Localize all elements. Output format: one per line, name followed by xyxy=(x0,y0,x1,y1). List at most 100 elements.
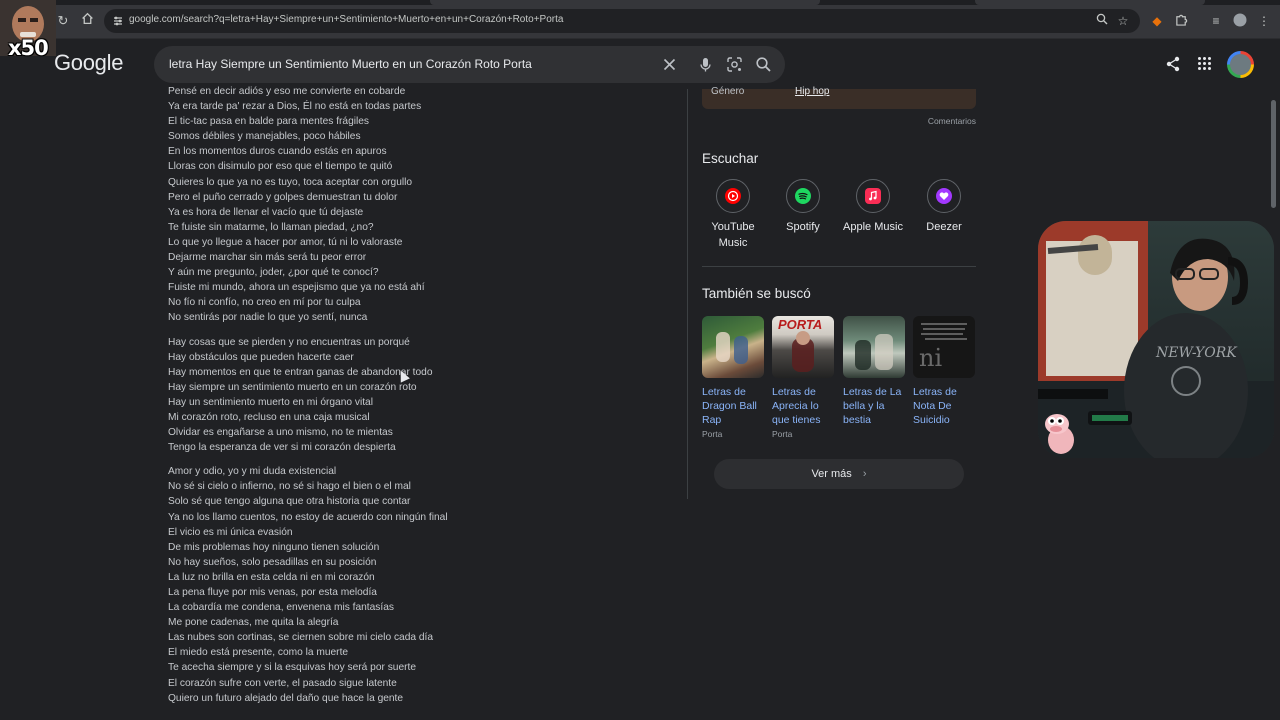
column-divider xyxy=(687,89,688,499)
service-youtube-music[interactable]: YouTube Music xyxy=(702,179,764,251)
microphone-icon[interactable] xyxy=(697,56,714,73)
site-info-icon[interactable] xyxy=(112,14,124,26)
home-icon[interactable] xyxy=(78,12,96,30)
search-icon[interactable] xyxy=(755,56,772,73)
lyric-line: Dejarme marchar sin más será tu peor err… xyxy=(168,252,367,264)
lyric-line: Fuiste mi mundo, ahora un espejismo que … xyxy=(168,282,425,294)
account-avatar[interactable] xyxy=(1227,51,1254,78)
lyrics-stanza: Amor y odio, yo y mi duda existencial No… xyxy=(168,464,668,706)
lyric-line: Me pone cadenas, me quita la alegría xyxy=(168,617,339,629)
lyric-line: Hay un sentimiento muerto en mi órgano v… xyxy=(168,396,373,408)
card-title: Letras de La bella y la bestia xyxy=(843,386,902,426)
service-apple-music[interactable]: Apple Music xyxy=(842,179,904,235)
browser-toolbar: ↻ google.com/search?q=letra+Hay+Siempre+… xyxy=(0,5,1280,39)
related-card[interactable]: Letras de La bella y la bestia xyxy=(843,316,905,427)
genre-key: Género xyxy=(711,86,745,97)
lyric-line: Y aún me pregunto, joder, ¿por qué te co… xyxy=(168,267,379,279)
apps-grid-icon[interactable] xyxy=(1197,56,1215,74)
page-scrollbar[interactable] xyxy=(1271,100,1276,208)
search-box[interactable]: letra Hay Siempre un Sentimiento Muerto … xyxy=(154,46,785,83)
card-subtitle: Porta xyxy=(702,429,723,439)
spotify-icon xyxy=(795,188,811,204)
lyric-line: No sé si cielo o infierno, no sé si hago… xyxy=(168,481,411,493)
search-input[interactable]: letra Hay Siempre un Sentimiento Muerto … xyxy=(169,57,532,71)
extension-icon[interactable]: ◆ xyxy=(1149,13,1165,29)
lyric-line: Ya era tarde pa' rezar a Dios, Él no est… xyxy=(168,101,422,113)
lyric-line: Tengo la esperanza de ver si mi corazón … xyxy=(168,442,396,454)
google-logo[interactable]: Google xyxy=(54,50,123,76)
lyric-line: Lloras con disimulo por eso que el tiemp… xyxy=(168,161,393,173)
card-subtitle: Porta xyxy=(772,429,793,439)
media-controls-icon[interactable]: ≡ xyxy=(1208,13,1224,29)
service-label: Apple Music xyxy=(843,221,903,233)
genre-link[interactable]: Hip hop xyxy=(795,86,829,97)
lyric-line: El corazón sufre con verte, el pasado si… xyxy=(168,677,397,689)
lyric-line: De mis problemas hoy ninguno tienen solu… xyxy=(168,541,380,553)
lyric-line: Hay siempre un sentimiento muerto en un … xyxy=(168,381,417,393)
lyric-line: El tic-tac pasa en balde para mentes frá… xyxy=(168,116,370,128)
clear-icon[interactable] xyxy=(661,56,678,73)
lyric-line: Ya no los llamo cuentos, no estoy de acu… xyxy=(168,511,448,523)
lyric-line: No sentirás por nadie lo que yo sentí, n… xyxy=(168,312,368,324)
pet-sticker xyxy=(1041,410,1081,456)
chevron-right-icon: › xyxy=(862,468,867,480)
service-label: YouTube xyxy=(711,221,755,233)
lyric-line: No hay sueños, solo pesadillas en su pos… xyxy=(168,556,377,568)
apple-music-icon xyxy=(865,188,881,204)
multiplier-badge: x50 xyxy=(8,36,49,60)
lyric-line: Pensé en decir adiós y eso me convierte … xyxy=(168,86,406,97)
card-title: Letras de Nota De Suicidio xyxy=(913,386,957,426)
lyric-line: Somos débiles y manejables, poco hábiles xyxy=(168,131,361,143)
lyric-line: Quiero un futuro alejado del daño que ha… xyxy=(168,692,404,704)
lyric-line: Las nubes son cortinas, se ciernen sobre… xyxy=(168,632,434,644)
lyric-line: Hay momentos en que te entran ganas de a… xyxy=(168,366,433,378)
reaction-sticker: x50 xyxy=(0,0,56,60)
share-icon[interactable] xyxy=(1165,56,1183,74)
listen-heading: Escuchar xyxy=(702,151,759,166)
card-thumbnail xyxy=(702,316,764,378)
lyric-line: Olvidar es engañarse a uno mismo, no te … xyxy=(168,427,393,439)
service-label: Deezer xyxy=(926,221,962,233)
related-card[interactable]: ni no Letras de Nota De Suicidio xyxy=(913,316,975,427)
deezer-icon xyxy=(936,188,952,204)
lyric-line: La cobardía me condena, envenena mis fan… xyxy=(168,602,394,614)
browser-menu-icon[interactable]: ⋮ xyxy=(1256,13,1272,29)
profile-icon[interactable] xyxy=(1232,13,1248,29)
zoom-icon[interactable] xyxy=(1094,13,1110,29)
google-header: Google letra Hay Siempre un Sentimiento … xyxy=(0,39,1280,89)
lyrics-block: Pensé en decir adiós y eso me convierte … xyxy=(168,84,668,720)
also-searched-heading: También se buscó xyxy=(702,286,811,301)
lyric-line: Amor y odio, yo y mi duda existencial xyxy=(168,466,337,478)
reload-icon[interactable]: ↻ xyxy=(54,12,72,30)
related-card[interactable]: Letras de Dragon Ball Rap Porta xyxy=(702,316,764,439)
lyric-line: Solo sé que tengo alguna que otra histor… xyxy=(168,496,411,508)
address-bar[interactable]: google.com/search?q=letra+Hay+Siempre+un… xyxy=(104,9,1140,33)
related-card[interactable]: PORTA Letras de Aprecia lo que tienes Po… xyxy=(772,316,834,439)
service-spotify[interactable]: Spotify xyxy=(772,179,834,235)
comments-link[interactable]: Comentarios xyxy=(928,116,976,126)
see-more-button[interactable]: Ver más › xyxy=(714,459,964,489)
lens-icon[interactable] xyxy=(726,56,743,73)
lyric-line: La pena fluye por mis venas, por esta me… xyxy=(168,587,377,598)
card-thumbnail xyxy=(843,316,905,378)
extensions-puzzle-icon[interactable] xyxy=(1173,13,1189,29)
lyric-line: Hay cosas que se pierden y no encuentras… xyxy=(168,336,410,348)
lyric-line: Te acecha siempre y si la esquivas hoy s… xyxy=(168,662,417,674)
service-deezer[interactable]: Deezer xyxy=(913,179,975,235)
bookmark-star-icon[interactable]: ☆ xyxy=(1115,13,1131,29)
service-label: Spotify xyxy=(786,221,820,233)
lyric-line: No fío ni confío, no creo en mí por tu c… xyxy=(168,297,361,309)
lyric-line: Pero el puño cerrado y golpes demuestran… xyxy=(168,191,398,203)
svg-text:NEW-YORK: NEW-YORK xyxy=(1155,345,1238,361)
card-thumbnail: PORTA xyxy=(772,316,834,378)
card-thumbnail: ni no xyxy=(913,316,975,378)
lyric-line: Hay obstáculos que pueden hacerte caer xyxy=(168,351,354,363)
lyric-line: El miedo está presente, como la muerte xyxy=(168,647,349,659)
lyric-line: Quieres lo que ya no es tuyo, toca acept… xyxy=(168,176,413,188)
lyric-line: En los momentos duros cuando estás en ap… xyxy=(168,146,387,158)
lyrics-stanza: Hay cosas que se pierden y no encuentras… xyxy=(168,335,668,456)
lyric-line: Lo que yo llegue a hacer por amor, tú ni… xyxy=(168,236,403,248)
youtube-music-icon xyxy=(725,188,741,204)
genre-row: Género Hip hop xyxy=(702,86,976,109)
card-title: Letras de Aprecia lo que tienes xyxy=(772,386,821,426)
